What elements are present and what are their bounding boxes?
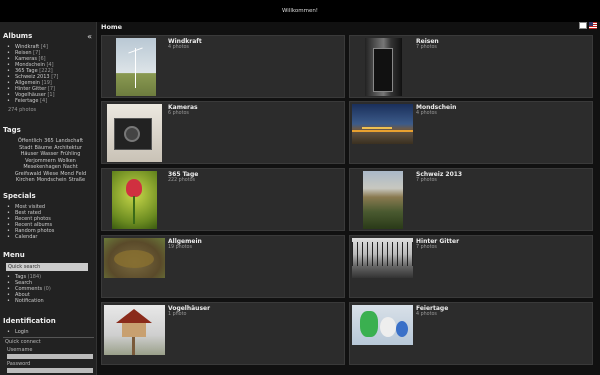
tag-link[interactable]: Verjommern [25,158,56,164]
albums-section: Albums Windkraft [4] Reisen [7] Kameras … [0,32,96,113]
specials-section: Specials Most visited Best rated Recent … [0,192,96,240]
album-count: 222 photos [168,178,196,183]
menu-section: Menu Quick search Tags (184) Search Comm… [0,251,96,304]
album-count: 6 photos [168,111,189,116]
tag-link[interactable]: Kirchen [16,177,35,183]
quick-search-input[interactable]: Quick search [6,263,88,271]
tag-link[interactable]: Stadt [19,145,32,151]
album-count: 4 photos [416,111,437,116]
night-street-photo [352,104,413,144]
album-tile[interactable]: Kameras 6 photos [101,101,345,164]
album-tile[interactable]: Feiertage 4 photos [349,302,593,365]
language-switcher [577,22,597,29]
albums-list: Windkraft [4] Reisen [7] Kameras [6] Mon… [7,44,96,104]
album-name[interactable]: 365 Tage [168,171,198,178]
album-tile[interactable]: Mondschein 4 photos [349,101,593,164]
username-field[interactable] [7,354,93,359]
top-bar: Willkommen! [0,0,600,22]
tag-link[interactable]: Feld [76,171,86,177]
easter-decoration-photo [352,305,413,345]
album-tile[interactable]: Schweiz 2013 7 photos [349,168,593,231]
tags-section: Tags Öffentlich 365 Landschaft Stadt Bäume A… [0,126,96,184]
tag-link[interactable]: Mondschein [37,177,67,183]
album-name[interactable]: Mondschein [416,104,456,111]
tag-link[interactable]: Frühling [60,151,80,157]
album-name[interactable]: Kameras [168,104,198,111]
tag-link[interactable]: Bäume [34,145,52,151]
tag-link[interactable]: Wiese [43,171,58,177]
album-name[interactable]: Feiertage [416,305,448,312]
flag-us-icon[interactable] [589,22,597,29]
dark-doorway-photo [365,38,402,96]
identification-list: Login [7,329,96,335]
album-name[interactable]: Schweiz 2013 [416,171,462,178]
main-content: Home Windkraft 4 photos Reisen 7 photos … [98,22,600,375]
garden-bed-photo [104,238,165,278]
tag-link[interactable]: Mesekenhagen [23,164,61,170]
album-tile[interactable]: Allgemein 19 photos [101,235,345,298]
login-link[interactable]: Login [7,329,96,335]
album-tile[interactable]: Windkraft 4 photos [101,35,345,98]
album-count: 7 photos [416,245,437,250]
birdhouse-photo [104,305,165,355]
album-count: 4 photos [168,45,189,50]
album-count: 1 photo [168,312,187,317]
page-title: Home [101,23,123,31]
password-label: Password [7,361,31,367]
wind-turbine-photo [116,38,156,96]
fence-bw-photo [352,238,413,278]
album-count: 4 photos [416,312,437,317]
tag-link[interactable]: Greifswald [15,171,41,177]
identification-section: Identification Login Quick connect Usern… [0,317,96,374]
tag-cloud: Öffentlich 365 Landschaft Stadt Bäume Archit… [8,138,93,184]
album-count: 7 photos [416,45,437,50]
specials-list: Most visited Best rated Recent photos Re… [7,204,96,240]
albums-title: Albums [3,32,33,40]
tag-link[interactable]: Nacht [63,164,78,170]
album-tile[interactable]: Reisen 7 photos [349,35,593,98]
specials-title: Specials [3,192,36,200]
album-tile[interactable]: Hinter Gitter 7 photos [349,235,593,298]
password-field[interactable] [7,368,93,373]
tag-link[interactable]: Architektur [54,145,82,151]
album-name[interactable]: Allgemein [168,238,202,245]
album-link[interactable]: Feiertage [4] [7,98,96,104]
tag-link[interactable]: Wasser [40,151,58,157]
vintage-camera-photo [107,104,162,162]
tag-link[interactable]: 365 [44,138,54,144]
quick-connect-form: Quick connect Username Password [3,337,94,373]
album-tile[interactable]: Vogelhäuser 1 photo [101,302,345,365]
flag-de-icon[interactable] [579,22,587,29]
menu-title: Menu [3,251,25,259]
sidebar: « Albums Windkraft [4] Reisen [7] Kamera… [0,22,97,375]
album-name[interactable]: Vogelhäuser [168,305,210,312]
tag-link[interactable]: Häuser [21,151,39,157]
tag-link[interactable]: Wolken [58,158,76,164]
album-count: 7 photos [416,178,437,183]
total-photos: 274 photos [8,107,37,113]
tag-link[interactable]: Landschaft [56,138,83,144]
mountain-forest-photo [363,171,403,229]
welcome-text: Willkommen! [281,8,319,14]
tag-link[interactable]: Mond [60,171,74,177]
menu-link[interactable]: Notification [7,298,96,304]
quick-connect-label: Quick connect [5,339,41,345]
tag-link[interactable]: Straße [69,177,85,183]
album-name[interactable]: Hinter Gitter [416,238,459,245]
username-label: Username [7,347,33,353]
red-tulip-photo [112,171,157,229]
tag-link[interactable]: Öffentlich [18,138,42,144]
identification-title: Identification [3,317,56,325]
album-tile[interactable]: 365 Tage 222 photos [101,168,345,231]
menu-list: Tags (184) Search Comments (0) About Not… [7,274,96,304]
album-name[interactable]: Windkraft [168,38,202,45]
album-count: 19 photos [168,245,192,250]
specials-link[interactable]: Calendar [7,234,96,240]
tags-title: Tags [3,126,21,134]
album-name[interactable]: Reisen [416,38,439,45]
